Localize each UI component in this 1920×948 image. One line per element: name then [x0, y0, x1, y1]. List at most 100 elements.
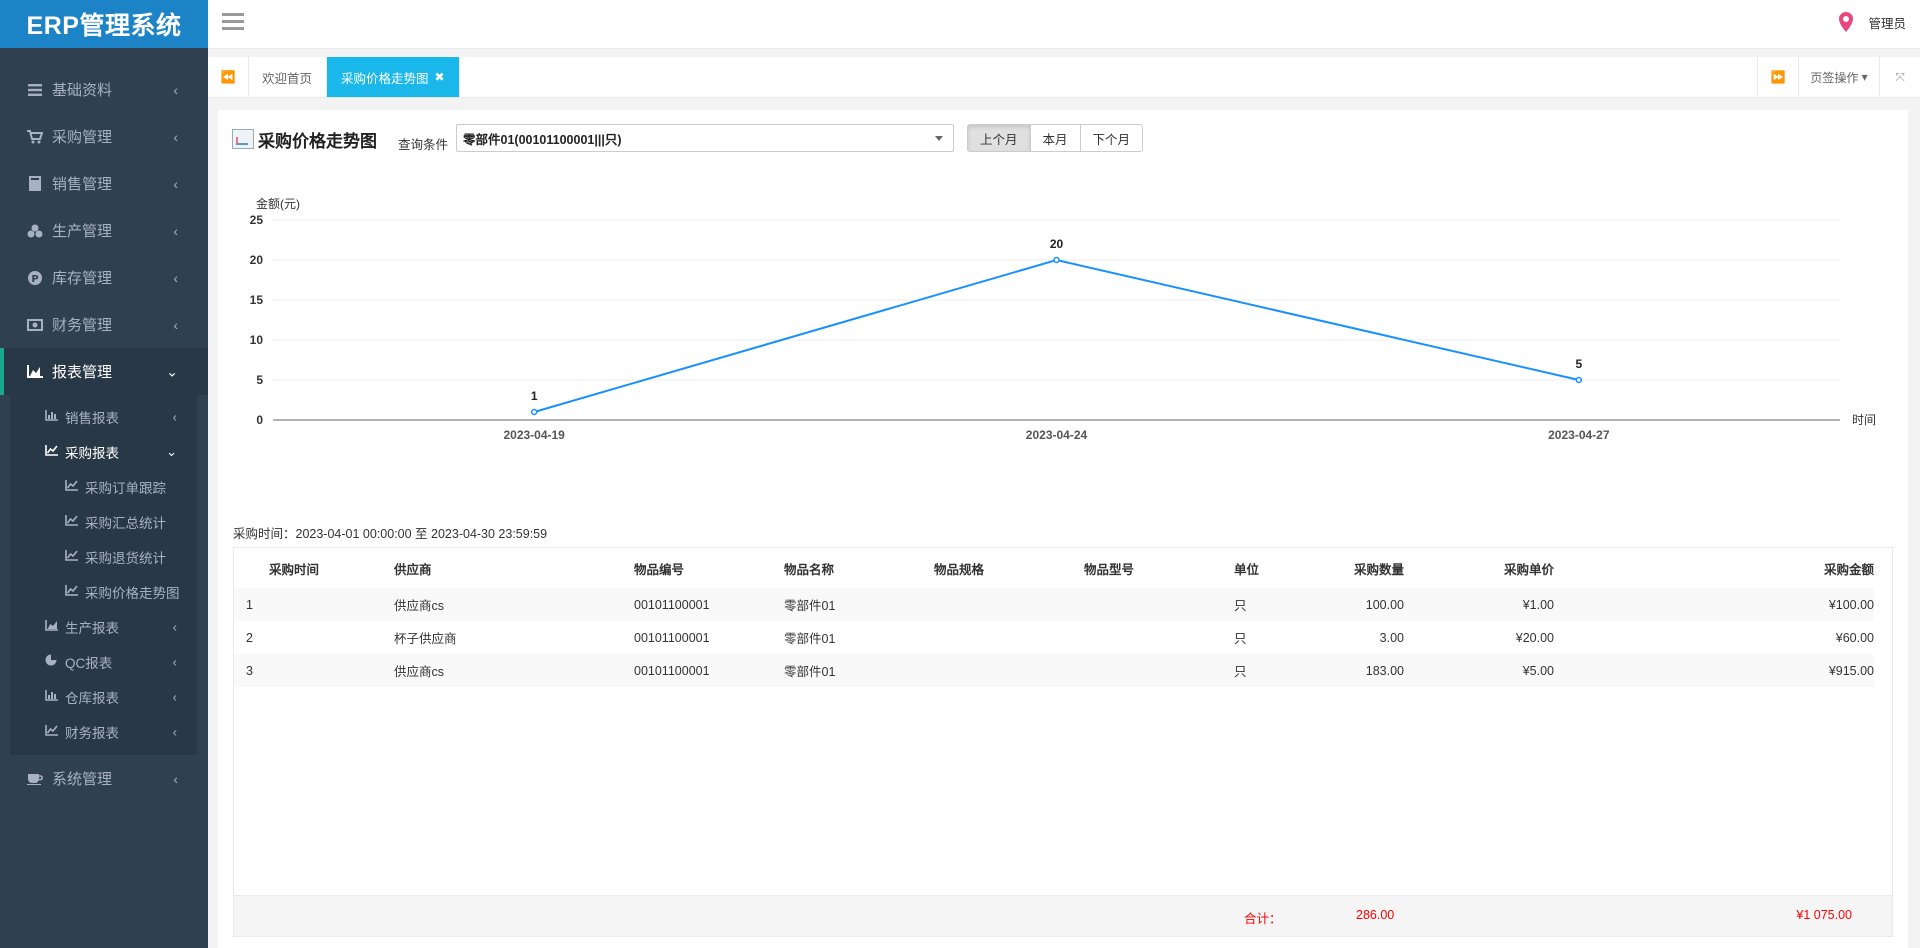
query-select[interactable]: 零部件01(00101100001|||只): [456, 124, 954, 152]
table-header-row: 采购时间 供应商 物品编号 物品名称 物品规格 物品型号 单位 采购数量 采购单…: [234, 548, 1874, 588]
x-tick-label: 2023-04-24: [1026, 428, 1088, 442]
report-link-summary[interactable]: 采购汇总统计: [10, 504, 197, 539]
sidebar: ERP管理系统 基础资料 ‹ 采购管理 ‹ 销售管理 ‹ 生产管理 ‹ P 库存…: [0, 0, 208, 948]
cell: 只: [1234, 632, 1247, 646]
chevron-left-icon: ‹: [172, 689, 177, 704]
this-month-button[interactable]: 本月: [1029, 124, 1081, 152]
sidebar-item-production[interactable]: 生产管理 ‹: [0, 207, 208, 254]
prev-month-button[interactable]: 上个月: [967, 124, 1031, 152]
cell: 2: [246, 630, 253, 645]
user-menu[interactable]: 管理员: [1838, 12, 1906, 32]
table-footer-total: 合计： 286.00 ¥1 075.00: [234, 895, 1892, 936]
col-header[interactable]: 采购金额: [1554, 548, 1874, 588]
col-header[interactable]: 供应商: [394, 548, 634, 588]
line-chart-icon: [65, 514, 81, 529]
cell: ¥5.00: [1404, 654, 1554, 687]
submenu-item-label: 销售报表: [65, 410, 119, 426]
page-tabs: 欢迎首页 采购价格走势图 ✖: [248, 57, 460, 97]
sidebar-item-label: 系统管理: [52, 771, 113, 788]
submenu-item-sales-reports[interactable]: 销售报表 ‹: [10, 399, 197, 434]
next-month-button[interactable]: 下个月: [1079, 124, 1144, 152]
series-line: [533, 258, 1580, 413]
submenu-item-finance-reports[interactable]: 财务报表 ‹: [10, 714, 197, 749]
month-button-group: 上个月 本月 下个月: [967, 124, 1144, 152]
col-header[interactable]: 采购单价: [1404, 548, 1554, 588]
sidebar-item-basic-data[interactable]: 基础资料 ‹: [0, 66, 208, 113]
tabs-scroll-left-icon[interactable]: ⏪: [208, 57, 249, 97]
tab-operations-dropdown[interactable]: 页签操作 ▾: [1798, 57, 1879, 97]
money-icon: [26, 318, 44, 331]
cell: ¥60.00: [1835, 630, 1874, 645]
sidebar-item-label: 销售管理: [52, 176, 113, 193]
col-header[interactable]: 单位: [1234, 548, 1304, 588]
tab-price-trend[interactable]: 采购价格走势图 ✖: [327, 57, 460, 97]
bar-chart-icon: [45, 409, 61, 424]
tabs-scroll-right-icon[interactable]: ⏩: [1757, 57, 1798, 97]
book-icon: [26, 176, 44, 191]
cell: 3.00: [1379, 630, 1404, 645]
col-header[interactable]: 采购时间: [234, 548, 394, 588]
x-tick-label: 2023-04-27: [1548, 428, 1610, 442]
y-axis-label: 金额(元): [256, 196, 300, 211]
submenu-item-label: 财务报表: [65, 725, 119, 741]
chevron-left-icon: ‹: [173, 770, 178, 787]
sidebar-item-sales[interactable]: 销售管理 ‹: [0, 160, 208, 207]
sidebar-item-reports[interactable]: 报表管理 ⌄: [0, 348, 208, 395]
report-link-label: 采购退货统计: [85, 550, 166, 566]
submenu-item-warehouse-reports[interactable]: 仓库报表 ‹: [10, 679, 197, 714]
cell: 00101100001: [634, 654, 784, 687]
cell: 183.00: [1304, 654, 1404, 687]
table-row[interactable]: 2 杯子供应商 00101100001 零部件01 只 3.00 ¥20.00 …: [234, 621, 1874, 654]
submenu-item-purchase-reports[interactable]: 采购报表 ⌄: [10, 434, 197, 469]
cell: 零部件01: [784, 632, 836, 646]
page-title: 采购价格走势图: [258, 131, 377, 151]
cell: ¥915.00: [1554, 654, 1874, 687]
chevron-down-icon: ⌄: [166, 363, 178, 379]
chevron-down-icon: ⌄: [166, 443, 177, 459]
cell: 3: [234, 654, 394, 687]
submenu-item-label: QC报表: [65, 655, 113, 671]
col-header[interactable]: 物品规格: [934, 548, 1084, 588]
report-link-price-trend[interactable]: 采购价格走势图: [10, 574, 197, 609]
submenu-item-qc-reports[interactable]: QC报表 ‹: [10, 644, 197, 679]
purchase-period: 采购时间：2023-04-01 00:00:00 至 2023-04-30 23…: [233, 527, 548, 541]
submenu-item-label: 生产报表: [65, 620, 119, 636]
report-link-returns[interactable]: 采购退货统计: [10, 539, 197, 574]
cell: [1084, 621, 1234, 654]
tab-welcome[interactable]: 欢迎首页: [248, 57, 328, 97]
chevron-left-icon: ‹: [173, 81, 178, 98]
table-row[interactable]: 1 供应商cs 00101100001 零部件01 只 100.00 ¥1.00…: [234, 588, 1874, 621]
sidebar-item-label: 报表管理: [52, 364, 113, 381]
chevron-left-icon: ‹: [173, 269, 178, 286]
close-icon[interactable]: ✖: [435, 70, 445, 84]
submenu-item-production-reports[interactable]: 生产报表 ‹: [10, 609, 197, 644]
main-panel: 采购价格走势图 查询条件 零部件01(00101100001|||只) 上个月 …: [218, 110, 1908, 948]
line-chart-icon: [45, 444, 61, 459]
area-chart-icon: [26, 365, 44, 378]
col-header[interactable]: 采购数量: [1304, 548, 1404, 588]
fullscreen-icon[interactable]: ⤧: [1879, 57, 1920, 97]
sidebar-item-purchase[interactable]: 采购管理 ‹: [0, 113, 208, 160]
y-tick-label: 5: [256, 373, 263, 387]
y-tick-label: 0: [256, 413, 263, 427]
cell: 只: [1234, 654, 1304, 687]
col-header[interactable]: 物品型号: [1084, 548, 1234, 588]
sidebar-item-finance[interactable]: 财务管理 ‹: [0, 301, 208, 348]
table-row[interactable]: 3 供应商cs 00101100001 零部件01 只 183.00 ¥5.00…: [234, 654, 1874, 687]
total-amount: ¥1 075.00: [1796, 908, 1852, 922]
query-label: 查询条件: [398, 138, 449, 152]
sidebar-item-label: 生产管理: [52, 223, 113, 240]
menu-toggle-icon[interactable]: [222, 13, 244, 31]
reports-submenu: 销售报表 ‹ 采购报表 ⌄ 采购订单跟踪 采购汇总统计 采购退货统计 采购价格走…: [10, 395, 197, 755]
list-icon: [26, 83, 44, 96]
sidebar-item-system[interactable]: 系统管理 ‹: [0, 755, 208, 802]
sidebar-item-inventory[interactable]: P 库存管理 ‹: [0, 254, 208, 301]
chevron-left-icon: ‹: [172, 619, 177, 634]
line-chart-icon: [65, 479, 81, 494]
col-header[interactable]: 物品名称: [784, 548, 934, 588]
sidebar-item-label: 财务管理: [52, 317, 113, 334]
line-chart-icon: [45, 724, 61, 739]
report-link-label: 采购汇总统计: [85, 515, 166, 531]
col-header[interactable]: 物品编号: [634, 548, 784, 588]
report-link-order-tracking[interactable]: 采购订单跟踪: [10, 469, 197, 504]
